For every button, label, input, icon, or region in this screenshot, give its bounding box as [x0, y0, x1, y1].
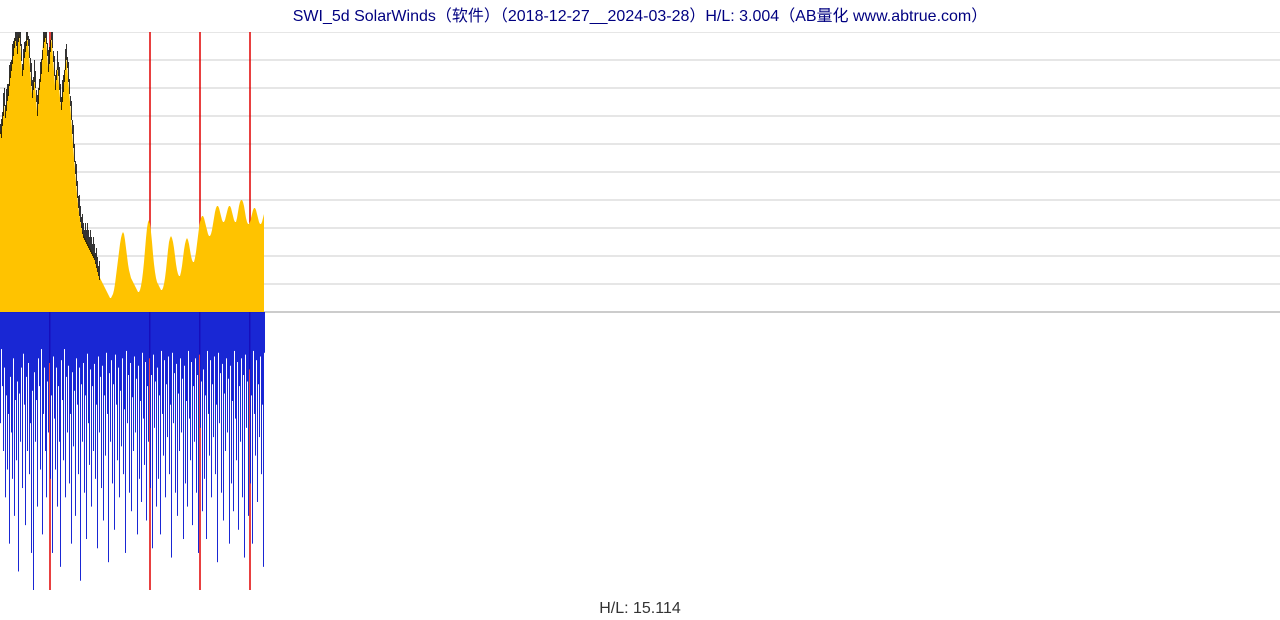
chart-svg: [0, 32, 1280, 590]
chart-title: SWI_5d SolarWinds（软件）（2018-12-27__2024-0…: [0, 2, 1280, 26]
chart-area: [0, 32, 1280, 590]
chart-footer: H/L: 15.114: [0, 600, 1280, 618]
